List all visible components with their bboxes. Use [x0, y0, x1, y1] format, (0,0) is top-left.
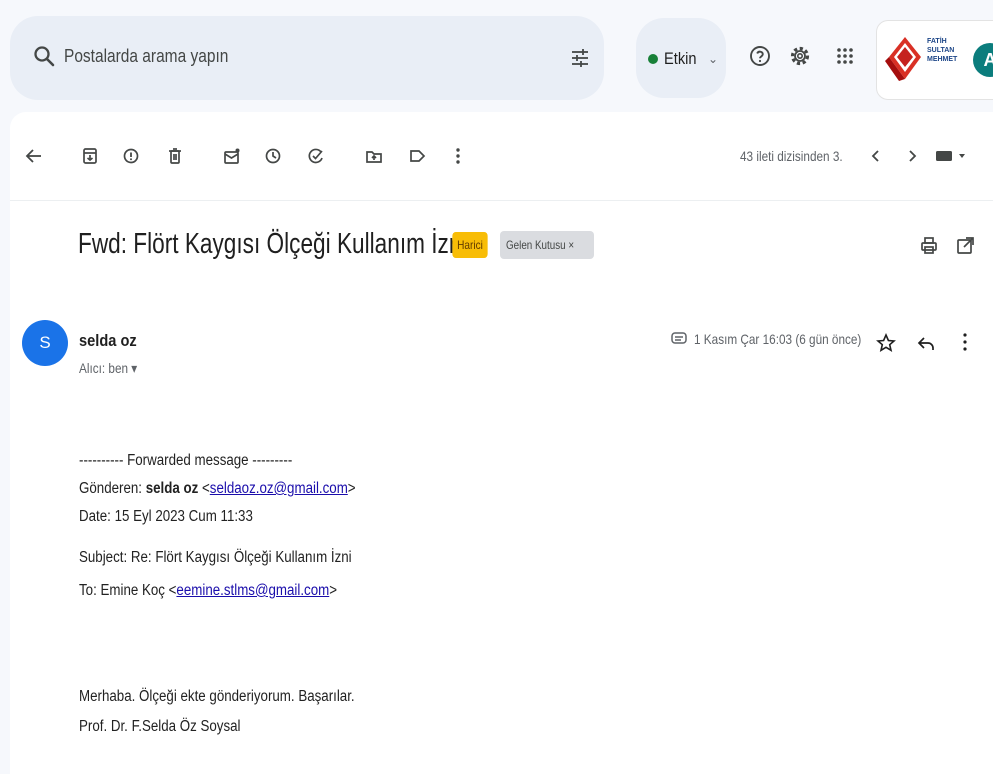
apps-grid-icon[interactable]	[833, 44, 857, 68]
status-label: Etkin	[664, 49, 697, 68]
older-chevron-right-icon[interactable]	[902, 146, 922, 166]
help-icon[interactable]	[748, 44, 772, 68]
more-vertical-icon[interactable]	[448, 146, 468, 166]
status-dot	[648, 54, 658, 64]
message-toolbar: 43 ileti dizisinden 3.	[10, 112, 993, 201]
inbox-label-text: Gelen Kutusu ×	[506, 238, 575, 252]
from-email-link[interactable]: seldaoz.oz@gmail.com	[210, 480, 348, 497]
reply-icon[interactable]	[916, 333, 936, 353]
chevron-down-icon: ⌄	[708, 52, 719, 66]
attachment-chat-icon	[670, 331, 688, 347]
input-tools-keyboard-icon[interactable]	[934, 146, 974, 166]
search-bar[interactable]: Postalarda arama yapın	[10, 16, 604, 100]
star-icon[interactable]	[876, 333, 896, 353]
email-view: 43 ileti dizisinden 3. Fwd: Flört Kaygıs…	[10, 112, 993, 774]
settings-gear-icon[interactable]	[788, 44, 812, 68]
sender-name[interactable]: selda oz	[79, 331, 137, 351]
message-signature: Prof. Dr. F.Selda Öz Soysal	[79, 718, 241, 735]
forwarded-header: ---------- Forwarded message ---------	[79, 452, 293, 469]
status-selector[interactable]: Etkin ⌄	[636, 18, 726, 98]
delete-trash-icon[interactable]	[165, 146, 185, 166]
newer-chevron-left-icon[interactable]	[866, 146, 886, 166]
to-email-link[interactable]: eemine.stlms@gmail.com	[176, 582, 329, 599]
mark-unread-icon[interactable]	[222, 146, 242, 166]
external-label-badge: Harici	[452, 232, 488, 258]
thread-position-counter: 43 ileti dizisinden 3.	[740, 148, 843, 164]
university-logo-text: FATİH SULTAN MEHMET	[927, 38, 958, 63]
university-logo-icon	[885, 35, 925, 83]
search-icon[interactable]	[32, 44, 58, 70]
message-body: Merhaba. Ölçeği ekte gönderiyorum. Başar…	[79, 688, 355, 705]
report-spam-icon[interactable]	[121, 146, 141, 166]
archive-icon[interactable]	[80, 146, 100, 166]
message-more-icon[interactable]	[955, 331, 975, 353]
email-date: 1 Kasım Çar 16:03 (6 gün önce)	[694, 331, 862, 347]
label-tag-icon[interactable]	[407, 146, 427, 166]
move-to-folder-icon[interactable]	[364, 146, 384, 166]
forwarded-subject-line: Subject: Re: Flört Kaygısı Ölçeği Kullan…	[79, 549, 352, 566]
email-subject: Fwd: Flört Kaygısı Ölçeği Kullanım İzni	[78, 228, 467, 260]
account-avatar[interactable]: A	[973, 43, 993, 77]
forwarded-from-line: Gönderen: selda oz <seldaoz.oz@gmail.com…	[79, 480, 356, 497]
forwarded-to-line: To: Emine Koç <eemine.stlms@gmail.com>	[79, 582, 338, 599]
back-arrow-icon[interactable]	[24, 146, 44, 166]
search-input[interactable]: Postalarda arama yapın	[64, 46, 228, 67]
search-options-icon[interactable]	[568, 46, 592, 70]
add-task-icon[interactable]	[306, 146, 326, 166]
snooze-clock-icon[interactable]	[263, 146, 283, 166]
inbox-label-badge[interactable]: Gelen Kutusu ×	[500, 231, 594, 259]
open-in-new-window-icon[interactable]	[955, 236, 975, 256]
account-switcher[interactable]: FATİH SULTAN MEHMET A	[876, 20, 993, 100]
print-icon[interactable]	[919, 236, 939, 256]
sender-avatar[interactable]: S	[22, 320, 68, 366]
forwarded-date-line: Date: 15 Eyl 2023 Cum 11:33	[79, 508, 253, 525]
top-bar: Postalarda arama yapın Etkin ⌄ FATİH SUL…	[0, 0, 993, 112]
recipient-details-toggle[interactable]: Alıcı: ben ▾	[79, 360, 137, 377]
